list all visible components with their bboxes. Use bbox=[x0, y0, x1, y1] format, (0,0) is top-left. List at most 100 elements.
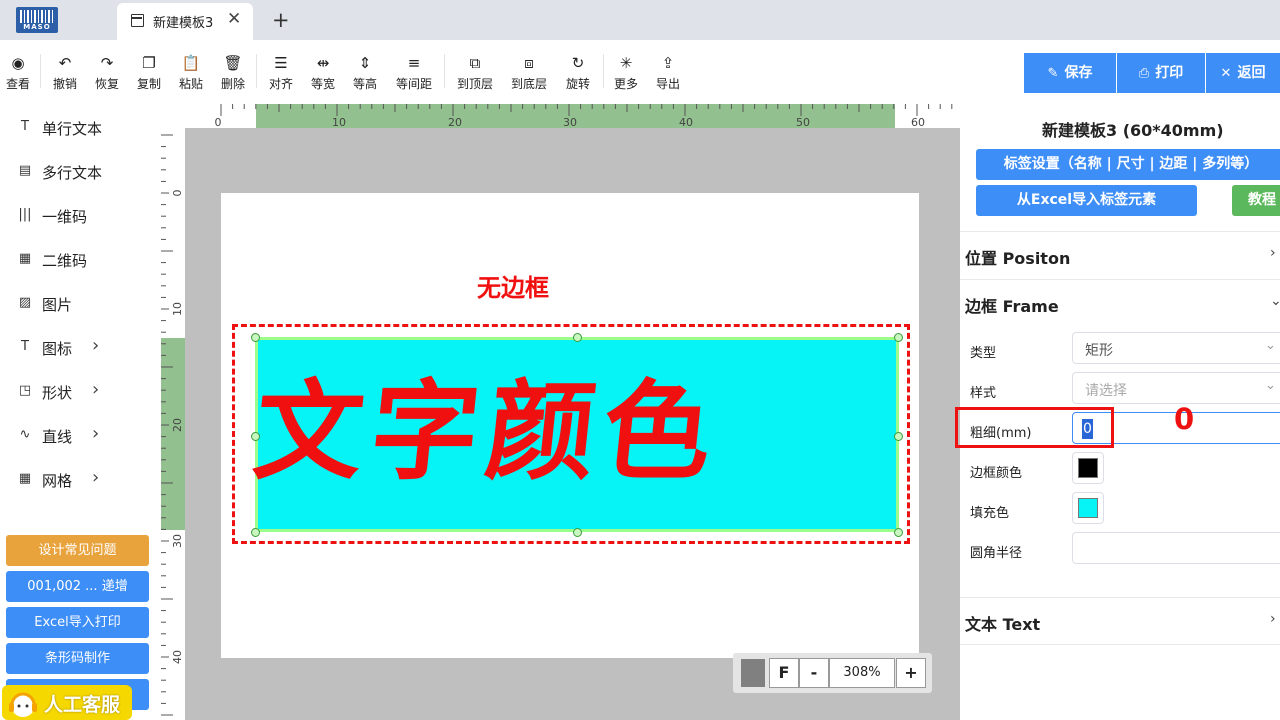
delete-button[interactable]: 🗑 删除 bbox=[211, 52, 255, 96]
style-select[interactable]: 请选择 ⌄ bbox=[1072, 372, 1280, 404]
new-tab-button[interactable]: + bbox=[272, 8, 290, 32]
design-faq-button[interactable]: 设计常见问题 bbox=[6, 535, 149, 566]
horizontal-ruler: 0 10 20 30 40 50 60 bbox=[185, 104, 960, 128]
equal-width-label: 等宽 bbox=[310, 77, 335, 91]
component-label: 形状 bbox=[42, 384, 73, 402]
resize-handle-bottom-right[interactable] bbox=[894, 528, 903, 537]
ruler-label: 20 bbox=[171, 418, 184, 432]
customer-service-button[interactable]: 人工客服 bbox=[2, 685, 132, 720]
tab-label: 新建模板3 bbox=[153, 16, 214, 31]
component-barcode[interactable]: ||| 一维码 bbox=[0, 198, 161, 234]
type-select[interactable]: 矩形 ⌄ bbox=[1072, 332, 1280, 364]
chevron-right-icon: › bbox=[1270, 245, 1276, 261]
more-button[interactable]: ✳ 更多 bbox=[604, 52, 648, 96]
resize-handle-top-left[interactable] bbox=[251, 333, 260, 342]
corner-radius-input[interactable] bbox=[1072, 532, 1280, 564]
component-image[interactable]: ▨ 图片 bbox=[0, 286, 161, 322]
resize-handle-right[interactable] bbox=[894, 432, 903, 441]
export-button[interactable]: ⇪ 导出 bbox=[646, 52, 690, 96]
tab-template3[interactable]: 新建模板3 ✕ bbox=[117, 3, 253, 40]
template-title: 新建模板3 (60*40mm) bbox=[1042, 121, 1224, 140]
section-position[interactable]: 位置 Positon › bbox=[960, 231, 1280, 279]
increment-button[interactable]: 001,002 ... 递增 bbox=[6, 571, 149, 602]
excel-import-print-button[interactable]: Excel导入打印 bbox=[6, 607, 149, 638]
tutorial-button[interactable]: 教程 bbox=[1232, 185, 1280, 216]
fill-color-label: 填充色 bbox=[970, 506, 1010, 521]
section-frame[interactable]: 边框 Frame ⌄ bbox=[960, 279, 1280, 327]
paste-label: 粘贴 bbox=[178, 77, 203, 91]
line-icon: ∿ bbox=[19, 427, 31, 442]
view-button[interactable]: ◉ 查看 bbox=[0, 52, 40, 96]
app-logo: MASO bbox=[16, 7, 58, 33]
send-to-back-label: 到底层 bbox=[510, 77, 547, 91]
component-icon[interactable]: T 图标 › bbox=[0, 330, 161, 366]
export-label: 导出 bbox=[655, 77, 680, 91]
resize-handle-bottom-left[interactable] bbox=[251, 528, 260, 537]
section-text[interactable]: 文本 Text › bbox=[960, 597, 1280, 645]
resize-handle-top-right[interactable] bbox=[894, 333, 903, 342]
type-label: 类型 bbox=[970, 346, 997, 361]
zoom-level[interactable]: 308% bbox=[829, 658, 895, 688]
paste-icon: 📋 bbox=[181, 54, 201, 72]
component-label: 直线 bbox=[42, 428, 73, 446]
equal-width-button[interactable]: ⇹ 等宽 bbox=[301, 52, 345, 96]
component-single-line-text[interactable]: T 单行文本 bbox=[0, 110, 161, 146]
canvas-color-swatch[interactable] bbox=[741, 659, 765, 687]
type-value: 矩形 bbox=[1085, 343, 1113, 359]
component-grid[interactable]: ▦ 网格 › bbox=[0, 462, 161, 498]
chevron-right-icon: › bbox=[92, 423, 100, 444]
shape-icon: ◳ bbox=[18, 383, 32, 398]
equal-height-button[interactable]: ⇕ 等高 bbox=[343, 52, 387, 96]
back-label: 返回 bbox=[1237, 65, 1266, 81]
corner-radius-label: 圆角半径 bbox=[970, 546, 1023, 561]
headset-icon bbox=[9, 692, 37, 717]
resize-handle-bottom[interactable] bbox=[573, 528, 582, 537]
resize-handle-left[interactable] bbox=[251, 432, 260, 441]
undo-label: 撤销 bbox=[52, 77, 77, 91]
text-icon: T bbox=[21, 339, 29, 354]
fill-color-picker[interactable] bbox=[1072, 492, 1104, 524]
zoom-in-button[interactable]: + bbox=[896, 658, 926, 688]
border-color-label: 边框颜色 bbox=[970, 466, 1023, 481]
tab-close-icon[interactable]: ✕ bbox=[227, 9, 241, 29]
grid-icon: ▦ bbox=[18, 471, 32, 486]
customer-service-label: 人工客服 bbox=[44, 694, 121, 716]
border-color-picker[interactable] bbox=[1072, 452, 1104, 484]
ruler-label: 30 bbox=[171, 534, 184, 548]
component-qrcode[interactable]: ▦ 二维码 bbox=[0, 242, 161, 278]
bring-to-front-button[interactable]: ⧉ 到顶层 bbox=[452, 52, 498, 96]
back-button[interactable]: ✕ 返回 bbox=[1206, 53, 1280, 93]
resize-handle-top[interactable] bbox=[573, 333, 582, 342]
align-button[interactable]: ☰ 对齐 bbox=[259, 52, 303, 96]
component-shape[interactable]: ◳ 形状 › bbox=[0, 374, 161, 410]
zoom-fit-button[interactable]: F bbox=[769, 658, 799, 688]
border-color-swatch bbox=[1078, 458, 1098, 478]
app-root: MASO 新建模板3 ✕ + ◉ 查看 ↶ 撤销 ↷ 恢复 ❐ 复制 📋 粘贴 🗑 删除 ☰… bbox=[0, 0, 1280, 720]
rotate-label: 旋转 bbox=[565, 77, 590, 91]
component-line[interactable]: ∿ 直线 › bbox=[0, 418, 161, 454]
rotate-icon: ↻ bbox=[571, 54, 585, 72]
print-button[interactable]: ⎙ 打印 bbox=[1117, 53, 1205, 93]
component-label: 多行文本 bbox=[42, 164, 103, 182]
no-border-text-element[interactable]: 无边框 bbox=[477, 268, 549, 303]
multiline-text-icon: ▤ bbox=[18, 163, 32, 178]
export-icon: ⇪ bbox=[661, 54, 675, 72]
equal-spacing-button[interactable]: ≡ 等间距 bbox=[391, 52, 437, 96]
toolbar-divider bbox=[40, 54, 41, 88]
component-multi-line-text[interactable]: ▤ 多行文本 bbox=[0, 154, 161, 190]
paste-button[interactable]: 📋 粘贴 bbox=[169, 52, 213, 96]
send-to-back-button[interactable]: ⧈ 到底层 bbox=[506, 52, 552, 96]
equal-height-label: 等高 bbox=[352, 77, 377, 91]
zoom-out-button[interactable]: - bbox=[799, 658, 829, 688]
copy-button[interactable]: ❐ 复制 bbox=[127, 52, 171, 96]
printer-icon: ⎙ bbox=[1138, 66, 1150, 81]
redo-button[interactable]: ↷ 恢复 bbox=[85, 52, 129, 96]
label-settings-button[interactable]: 标签设置（名称 | 尺寸 | 边距 | 多列等） bbox=[976, 149, 1280, 180]
chevron-down-icon: ⌄ bbox=[1265, 378, 1276, 393]
ruler-label: 10 bbox=[171, 302, 184, 316]
import-excel-elements-button[interactable]: 从Excel导入标签元素 bbox=[976, 185, 1197, 216]
rotate-button[interactable]: ↻ 旋转 bbox=[556, 52, 600, 96]
barcode-making-button[interactable]: 条形码制作 bbox=[6, 643, 149, 674]
undo-button[interactable]: ↶ 撤销 bbox=[43, 52, 87, 96]
save-button[interactable]: ✎ 保存 bbox=[1024, 53, 1116, 93]
